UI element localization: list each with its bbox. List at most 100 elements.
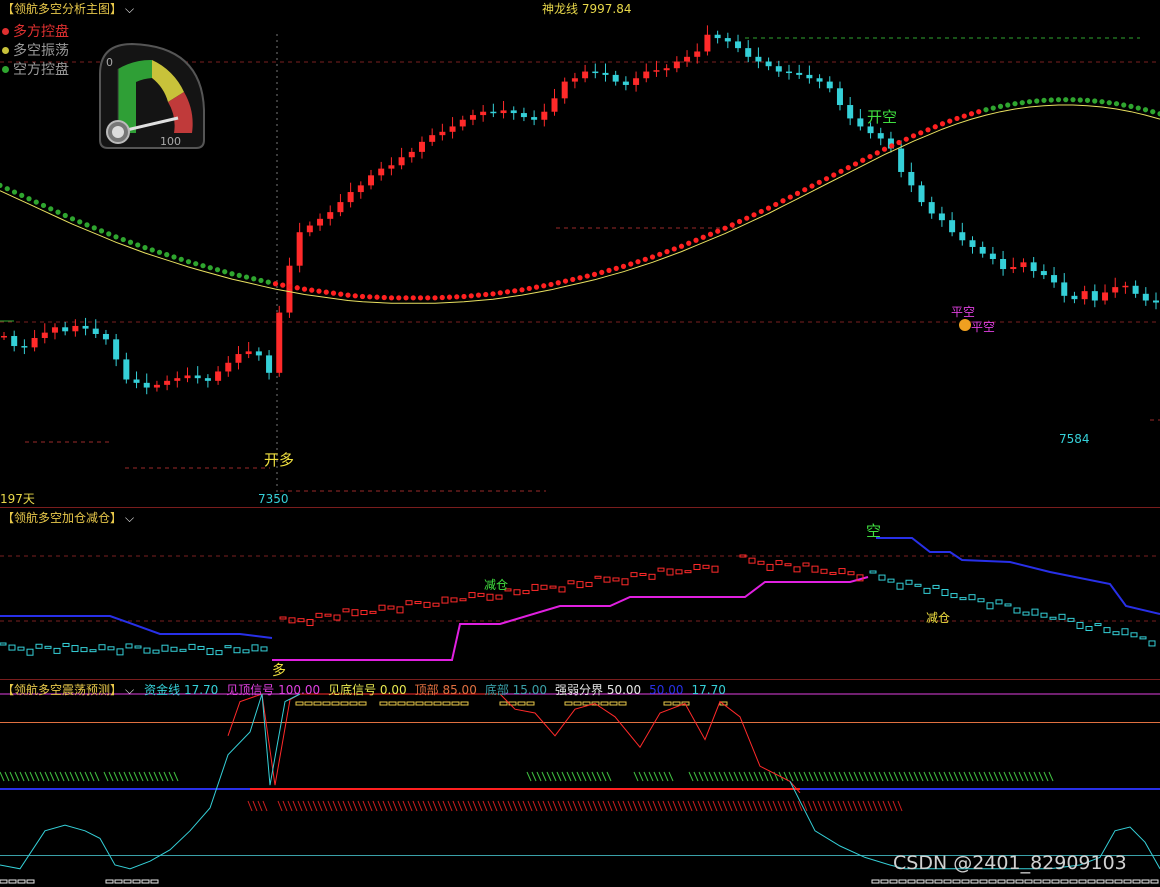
signal-reduce-2: 减仓 xyxy=(926,611,951,625)
hatch-mark xyxy=(113,771,119,782)
position-mark xyxy=(468,592,476,599)
ma-dot xyxy=(106,231,112,237)
position-mark xyxy=(838,568,846,575)
position-mark xyxy=(702,564,710,569)
position-mark xyxy=(116,648,124,656)
hatch-mark xyxy=(292,800,298,812)
hatch-mark xyxy=(347,800,353,812)
hatch-mark xyxy=(823,771,829,782)
main-title-text: 【领航多空分析主图】 xyxy=(2,2,123,16)
bottom-marker xyxy=(1024,879,1033,884)
oscillator-panel-header[interactable]: 【领航多空震荡预测】 ⌵ 资金线 17.70 见顶信号 100.00 见底信号 0.00… xyxy=(2,681,734,698)
position-mark xyxy=(1085,626,1093,631)
hatch-mark xyxy=(507,800,513,812)
candle-body xyxy=(816,78,823,82)
hatch-mark xyxy=(69,771,75,782)
chevron-down-icon[interactable]: ⌵ xyxy=(125,2,134,16)
bottom-marker xyxy=(970,879,979,884)
ma-dot xyxy=(628,261,634,267)
position-panel-title[interactable]: 【领航多空加仓减仓】 ⌵ xyxy=(2,509,134,526)
position-mark xyxy=(306,619,314,627)
hatch-mark xyxy=(571,771,577,782)
hatch-mark xyxy=(64,771,70,782)
hatch-mark xyxy=(332,800,338,812)
hatch-mark xyxy=(4,771,10,782)
position-mark xyxy=(711,565,719,573)
blue-line-left xyxy=(0,615,273,639)
position-mark xyxy=(414,601,422,605)
position-mark xyxy=(630,572,638,578)
ma-dot xyxy=(620,263,627,269)
candle-body xyxy=(408,151,415,158)
ma-dot xyxy=(860,157,866,163)
hatch-mark xyxy=(1003,771,1009,782)
ma-dot xyxy=(127,239,134,245)
candle-body xyxy=(1000,259,1007,270)
position-mark xyxy=(905,579,913,585)
hatch-mark xyxy=(807,800,813,812)
shenlong-readout: 神龙线 7997.84 xyxy=(542,0,631,17)
chevron-down-icon[interactable]: ⌵ xyxy=(125,683,134,697)
position-mark xyxy=(1130,632,1138,638)
hatch-mark xyxy=(782,800,788,812)
position-mark xyxy=(513,589,521,596)
hatch-mark xyxy=(652,800,658,812)
main-chart-panel[interactable]: 【领航多空分析主图】 ⌵ 神龙线 7997.84 多方控盘 多空振荡 空方控盘 0… xyxy=(0,0,1160,506)
hatch-mark xyxy=(447,800,453,812)
ma-dot xyxy=(794,190,801,196)
hatch-mark xyxy=(567,800,573,812)
hatch-mark xyxy=(973,771,979,782)
hatch-mark xyxy=(847,800,853,812)
oscillator-panel[interactable]: 【领航多空震荡预测】 ⌵ 资金线 17.70 见顶信号 100.00 见底信号 0.00… xyxy=(0,680,1160,887)
position-mark xyxy=(531,583,539,591)
ma-dot xyxy=(889,143,895,149)
legend-dot-icon xyxy=(2,47,9,54)
position-panel[interactable]: 【领航多空加仓减仓】 ⌵ 多 空 减仓 减仓 xyxy=(0,508,1160,678)
position-mark xyxy=(170,646,178,652)
position-mark xyxy=(297,618,305,623)
hatch-mark xyxy=(627,800,633,812)
main-chart-title[interactable]: 【领航多空分析主图】 ⌵ xyxy=(2,0,134,17)
hatch-mark xyxy=(718,771,724,782)
hatch-mark xyxy=(758,771,764,782)
hatch-mark xyxy=(732,800,738,812)
candle-body xyxy=(520,113,527,118)
top-marker xyxy=(663,701,672,706)
hatch-mark xyxy=(9,771,15,782)
ma-dot xyxy=(40,202,47,209)
hatch-mark xyxy=(892,800,898,812)
position-mark xyxy=(432,602,440,607)
hatch-mark xyxy=(307,800,313,812)
legend-item-bear: 空方控盘 xyxy=(0,59,69,79)
hatch-mark xyxy=(693,771,699,782)
hatch-mark xyxy=(768,771,774,782)
hatch-mark xyxy=(838,771,844,782)
hatch-mark xyxy=(1038,771,1044,782)
hatch-mark xyxy=(1023,771,1029,782)
position-mark xyxy=(941,589,949,596)
candle-body xyxy=(1061,282,1068,296)
hatch-mark xyxy=(367,800,373,812)
signal-open-short: 开空 xyxy=(867,108,898,126)
chevron-down-icon[interactable]: ⌵ xyxy=(125,511,134,525)
hatch-mark xyxy=(1043,771,1049,782)
hatch-mark xyxy=(998,771,1004,782)
hatch-mark xyxy=(377,800,383,812)
ma-dot xyxy=(323,289,329,295)
hatch-mark xyxy=(863,771,869,782)
hatch-mark xyxy=(742,800,748,812)
position-mark xyxy=(693,563,701,570)
bottom-marker xyxy=(1150,879,1159,884)
top-marker xyxy=(582,701,591,706)
ma-dot xyxy=(606,267,612,273)
candle-body xyxy=(765,61,772,67)
candle-body xyxy=(286,265,293,313)
position-mark xyxy=(1112,631,1120,636)
bottom-marker xyxy=(961,879,970,884)
top-marker xyxy=(672,701,681,706)
position-mark xyxy=(1094,623,1102,627)
ma-dot xyxy=(120,236,126,243)
candle-body xyxy=(429,135,436,142)
hatch-mark xyxy=(596,771,602,782)
hatch-mark xyxy=(522,800,528,812)
